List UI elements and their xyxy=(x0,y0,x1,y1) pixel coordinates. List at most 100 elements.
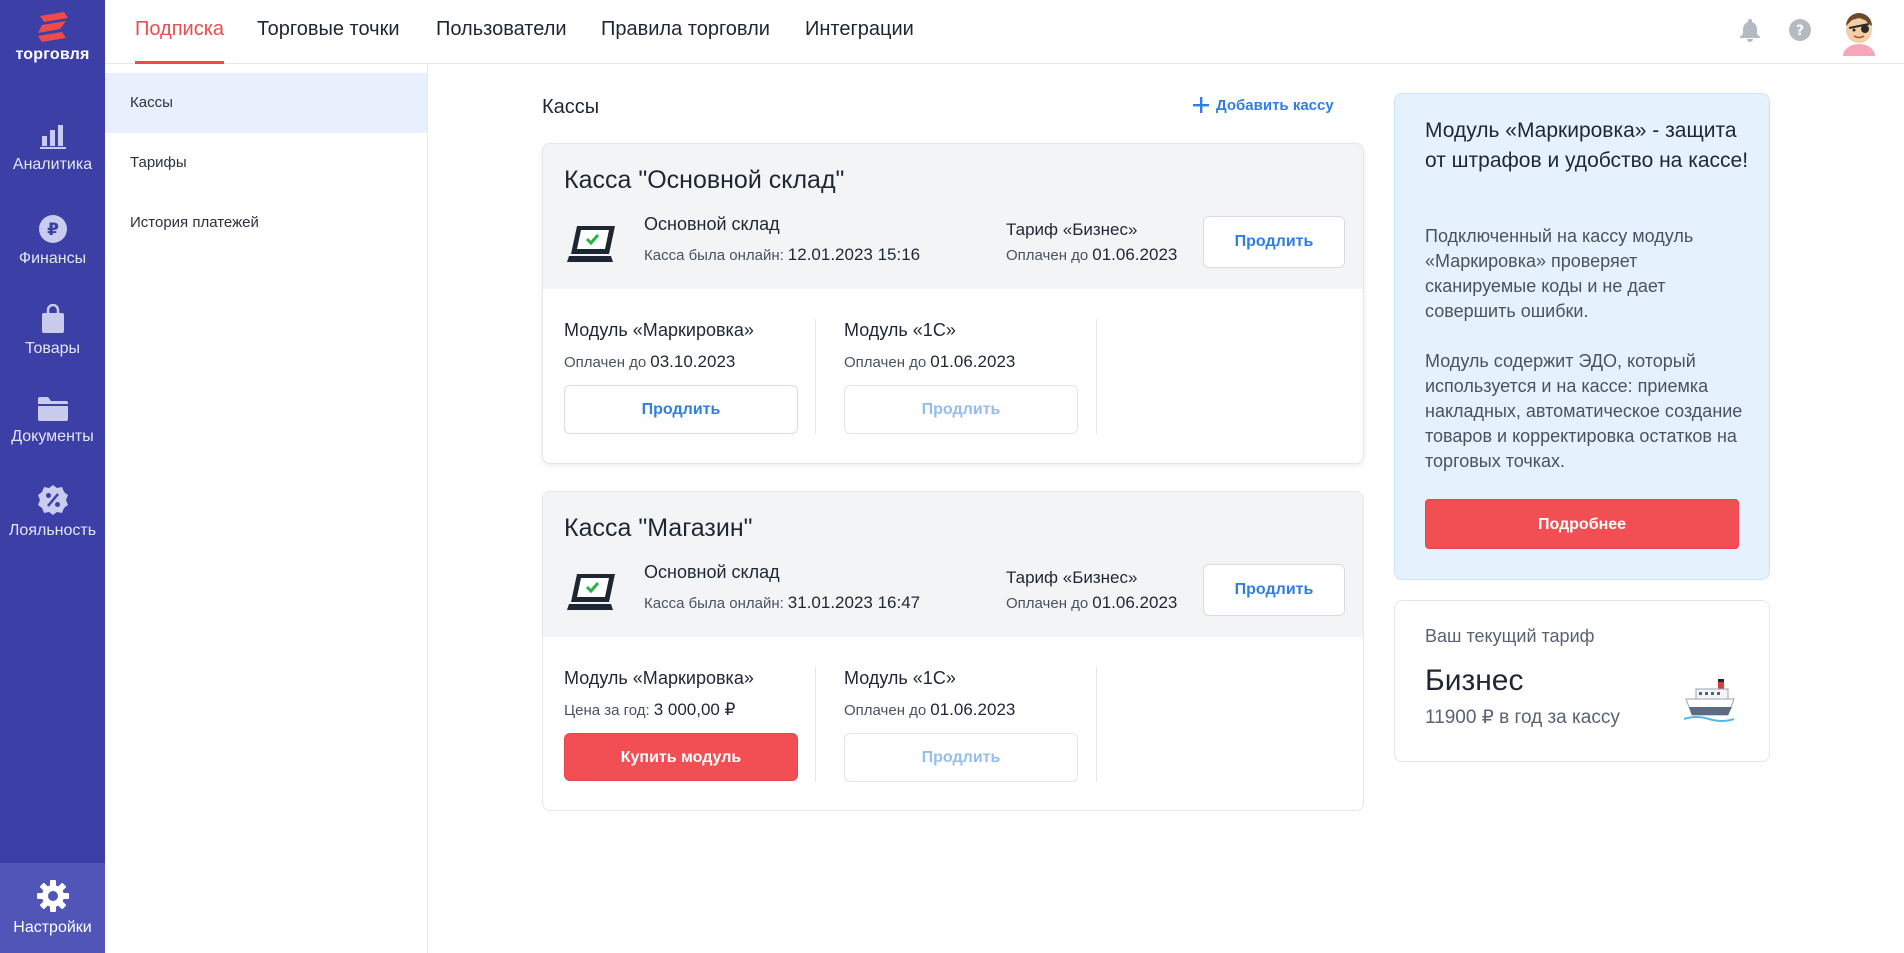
online-label: Касса была онлайн: xyxy=(644,247,784,264)
top-nav: Подписка Торговые точки Пользователи Пра… xyxy=(105,0,1904,64)
module-paid-value: 03.10.2023 xyxy=(650,352,736,371)
help-icon[interactable]: ? xyxy=(1788,18,1812,47)
rail-label: Товары xyxy=(24,340,81,357)
current-tariff-price: 11900 ₽ в год за кассу xyxy=(1425,707,1620,728)
logo-text: торговля xyxy=(15,46,90,63)
pos-terminal-icon xyxy=(565,222,621,269)
rail-label: Настройки xyxy=(13,919,92,936)
subnav-item-tariffs[interactable]: Тарифы xyxy=(105,133,427,193)
rail-item-settings[interactable]: Настройки xyxy=(0,863,105,953)
promo-text: Модуль содержит ЭДО, который используетс… xyxy=(1425,351,1743,471)
chart-bar-icon xyxy=(39,125,66,149)
online-value: 12.01.2023 15:16 xyxy=(787,245,921,264)
module-paid-value: 01.06.2023 xyxy=(930,352,1016,371)
register-card-header: Касса "Магазин" Основной склад Касса был… xyxy=(543,492,1363,637)
plus-icon xyxy=(1193,97,1209,113)
register-store: Основной склад xyxy=(644,214,780,234)
register-card: Касса "Основной склад" Основной склад Ка… xyxy=(542,143,1364,464)
svg-text:?: ? xyxy=(1796,23,1804,39)
promo-title: Модуль «Маркировка» - защита от штрафов … xyxy=(1425,119,1749,172)
promo-text: Подключенный на кассу модуль «Маркировка… xyxy=(1425,226,1694,321)
module-paid-label: Оплачен до xyxy=(844,702,927,719)
tab-stores[interactable]: Торговые точки xyxy=(257,0,400,64)
module-paid: Оплачен до 01.06.2023 xyxy=(844,352,1015,372)
paid-label: Оплачен до xyxy=(1006,595,1089,612)
module-title: Модуль «1С» xyxy=(844,320,956,340)
rail-label: Документы xyxy=(11,428,94,445)
module-paid: Оплачен до 01.06.2023 xyxy=(844,700,1015,720)
register-online: Касса была онлайн: 31.01.2023 16:47 xyxy=(644,593,920,613)
ship-icon xyxy=(1682,677,1736,730)
add-register-label: Добавить кассу xyxy=(1216,96,1334,114)
marking-promo: Модуль «Маркировка» - защита от штрафов … xyxy=(1394,93,1770,580)
module-paid-label: Оплачен до xyxy=(564,354,647,371)
register-paid: Оплачен до 01.06.2023 xyxy=(1006,245,1177,265)
current-tariff-label: Ваш текущий тариф xyxy=(1425,626,1595,646)
module-divider xyxy=(1096,667,1097,782)
subnav-item-registers[interactable]: Кассы xyxy=(105,73,427,133)
svg-text:₽: ₽ xyxy=(47,220,59,240)
module-divider xyxy=(815,667,816,782)
module-divider xyxy=(1096,319,1097,434)
module-marking: Модуль «Маркировка» Оплачен до 03.10.2023… xyxy=(564,289,800,463)
register-store: Основной склад xyxy=(644,562,780,582)
online-label: Касса была онлайн: xyxy=(644,595,784,612)
subnav-item-payment-history[interactable]: История платежей xyxy=(105,193,427,253)
module-1c: Модуль «1С» Оплачен до 01.06.2023 Продлит… xyxy=(844,637,1080,810)
module-title: Модуль «Маркировка» xyxy=(564,320,754,340)
rail-label: Аналитика xyxy=(12,156,93,173)
pos-terminal-icon xyxy=(565,570,621,617)
module-1c: Модуль «1С» Оплачен до 01.06.2023 Продлит… xyxy=(844,289,1080,463)
tab-users[interactable]: Пользователи xyxy=(436,0,567,64)
register-title: Касса "Основной склад" xyxy=(564,166,845,194)
current-tariff-card: Ваш текущий тариф Бизнес 11900 ₽ в год з… xyxy=(1394,600,1770,762)
module-price: Цена за год: 3 000,00 ₽ xyxy=(564,700,735,720)
rail-item-analytics[interactable]: Аналитика xyxy=(0,122,105,174)
page-title: Кассы xyxy=(542,96,600,118)
renew-1c-button[interactable]: Продлить xyxy=(844,733,1078,782)
register-card: Касса "Магазин" Основной склад Касса был… xyxy=(542,491,1364,811)
main-rail: торговля Аналитика ₽ Финансы Товары Доку… xyxy=(0,0,105,953)
module-divider xyxy=(815,319,816,434)
register-tariff: Тариф «Бизнес» xyxy=(1006,220,1138,239)
ruble-icon: ₽ xyxy=(38,215,67,243)
module-title: Модуль «1С» xyxy=(844,668,956,688)
rail-item-loyalty[interactable]: Лояльность xyxy=(0,484,105,540)
rail-label: Финансы xyxy=(18,250,87,267)
module-paid-label: Оплачен до xyxy=(844,354,927,371)
rail-item-goods[interactable]: Товары xyxy=(0,304,105,358)
tab-integrations[interactable]: Интеграции xyxy=(805,0,914,64)
paid-value: 01.06.2023 xyxy=(1092,593,1178,612)
sub-nav: Кассы Тарифы История платежей xyxy=(105,64,428,953)
register-title: Касса "Магазин" xyxy=(564,514,753,542)
gear-icon xyxy=(36,880,69,912)
tab-subscription[interactable]: Подписка xyxy=(135,0,225,64)
renew-tariff-button[interactable]: Продлить xyxy=(1203,564,1345,616)
module-paid-value: 01.06.2023 xyxy=(930,700,1016,719)
register-paid: Оплачен до 01.06.2023 xyxy=(1006,593,1177,613)
avatar[interactable] xyxy=(1839,8,1879,56)
module-title: Модуль «Маркировка» xyxy=(564,668,754,688)
bell-icon[interactable] xyxy=(1739,18,1761,47)
rail-label: Лояльность xyxy=(8,522,97,539)
register-online: Касса была онлайн: 12.01.2023 15:16 xyxy=(644,245,920,265)
register-card-header: Касса "Основной склад" Основной склад Ка… xyxy=(543,144,1363,289)
module-price-value: 3 000,00 ₽ xyxy=(653,700,736,719)
paid-label: Оплачен до xyxy=(1006,247,1089,264)
module-price-label: Цена за год: xyxy=(564,702,650,719)
renew-tariff-button[interactable]: Продлить xyxy=(1203,216,1345,268)
module-paid: Оплачен до 03.10.2023 xyxy=(564,352,735,372)
add-register-button[interactable]: Добавить кассу xyxy=(1192,96,1334,114)
buy-module-button[interactable]: Купить модуль xyxy=(564,733,798,781)
rail-item-finance[interactable]: ₽ Финансы xyxy=(0,214,105,268)
paid-value: 01.06.2023 xyxy=(1092,245,1178,264)
rail-item-documents[interactable]: Документы xyxy=(0,396,105,446)
renew-1c-button[interactable]: Продлить xyxy=(844,385,1078,434)
renew-marking-button[interactable]: Продлить xyxy=(564,385,798,434)
online-value: 31.01.2023 16:47 xyxy=(787,593,921,612)
folder-icon xyxy=(37,397,68,421)
promo-details-button[interactable]: Подробнее xyxy=(1425,499,1739,549)
app: торговля Аналитика ₽ Финансы Товары Доку… xyxy=(0,0,1904,953)
logo[interactable]: торговля xyxy=(0,12,105,64)
tab-trade-rules[interactable]: Правила торговли xyxy=(601,0,770,64)
